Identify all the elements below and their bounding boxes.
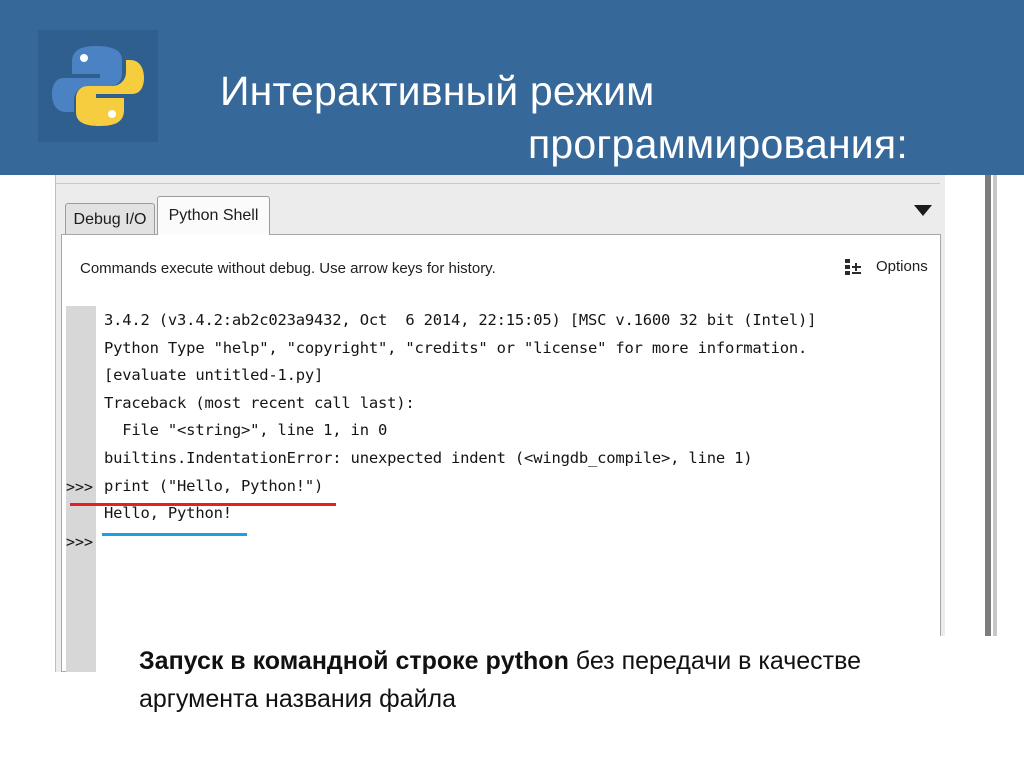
scrollbar-track	[993, 175, 997, 672]
options-label: Options	[876, 258, 928, 275]
caption-rest: без передачи в качестве	[568, 647, 862, 675]
console-line: [evaluate untitled-1.py]	[104, 366, 324, 384]
slide-title-line2: программирования:	[528, 121, 908, 167]
caption-bold: Запуск в командной строке python	[139, 647, 569, 675]
console-prompt: >>>	[66, 478, 94, 496]
console-output-line: Hello, Python!	[104, 504, 232, 522]
console-line: Python Type "help", "copyright", "credit…	[104, 339, 808, 357]
command-underline	[70, 503, 336, 506]
console-command-line: print ("Hello, Python!")	[104, 477, 324, 495]
slide-title-line1: Интерактивный режим	[220, 68, 655, 114]
divider	[55, 183, 940, 184]
scrollbar[interactable]	[985, 175, 991, 672]
slide-header: Интерактивный режим программирования:	[0, 0, 1024, 175]
tab-python-shell[interactable]: Python Shell	[157, 196, 270, 235]
tab-debug-io[interactable]: Debug I/O	[65, 203, 155, 234]
console-line: Traceback (most recent call last):	[104, 394, 415, 412]
options-button[interactable]: Options	[843, 255, 933, 281]
slide-caption: Запуск в командной строке python без пер…	[139, 642, 1024, 718]
caption-line2: аргумента названия файла	[139, 685, 457, 713]
output-underline	[102, 533, 247, 536]
console-output[interactable]: 3.4.2 (v3.4.2:ab2c023a9432, Oct 6 2014, …	[66, 306, 936, 672]
options-list-icon	[845, 259, 861, 275]
console-line: 3.4.2 (v3.4.2:ab2c023a9432, Oct 6 2014, …	[104, 311, 817, 329]
console-line: builtins.IndentationError: unexpected in…	[104, 449, 753, 467]
logo-container	[38, 30, 158, 142]
shell-info-text: Commands execute without debug. Use arro…	[80, 260, 496, 277]
python-logo-icon	[52, 46, 144, 126]
triangle-down-icon[interactable]	[914, 205, 932, 216]
console-line: File "<string>", line 1, in 0	[104, 421, 388, 439]
console-prompt: >>>	[66, 533, 94, 551]
